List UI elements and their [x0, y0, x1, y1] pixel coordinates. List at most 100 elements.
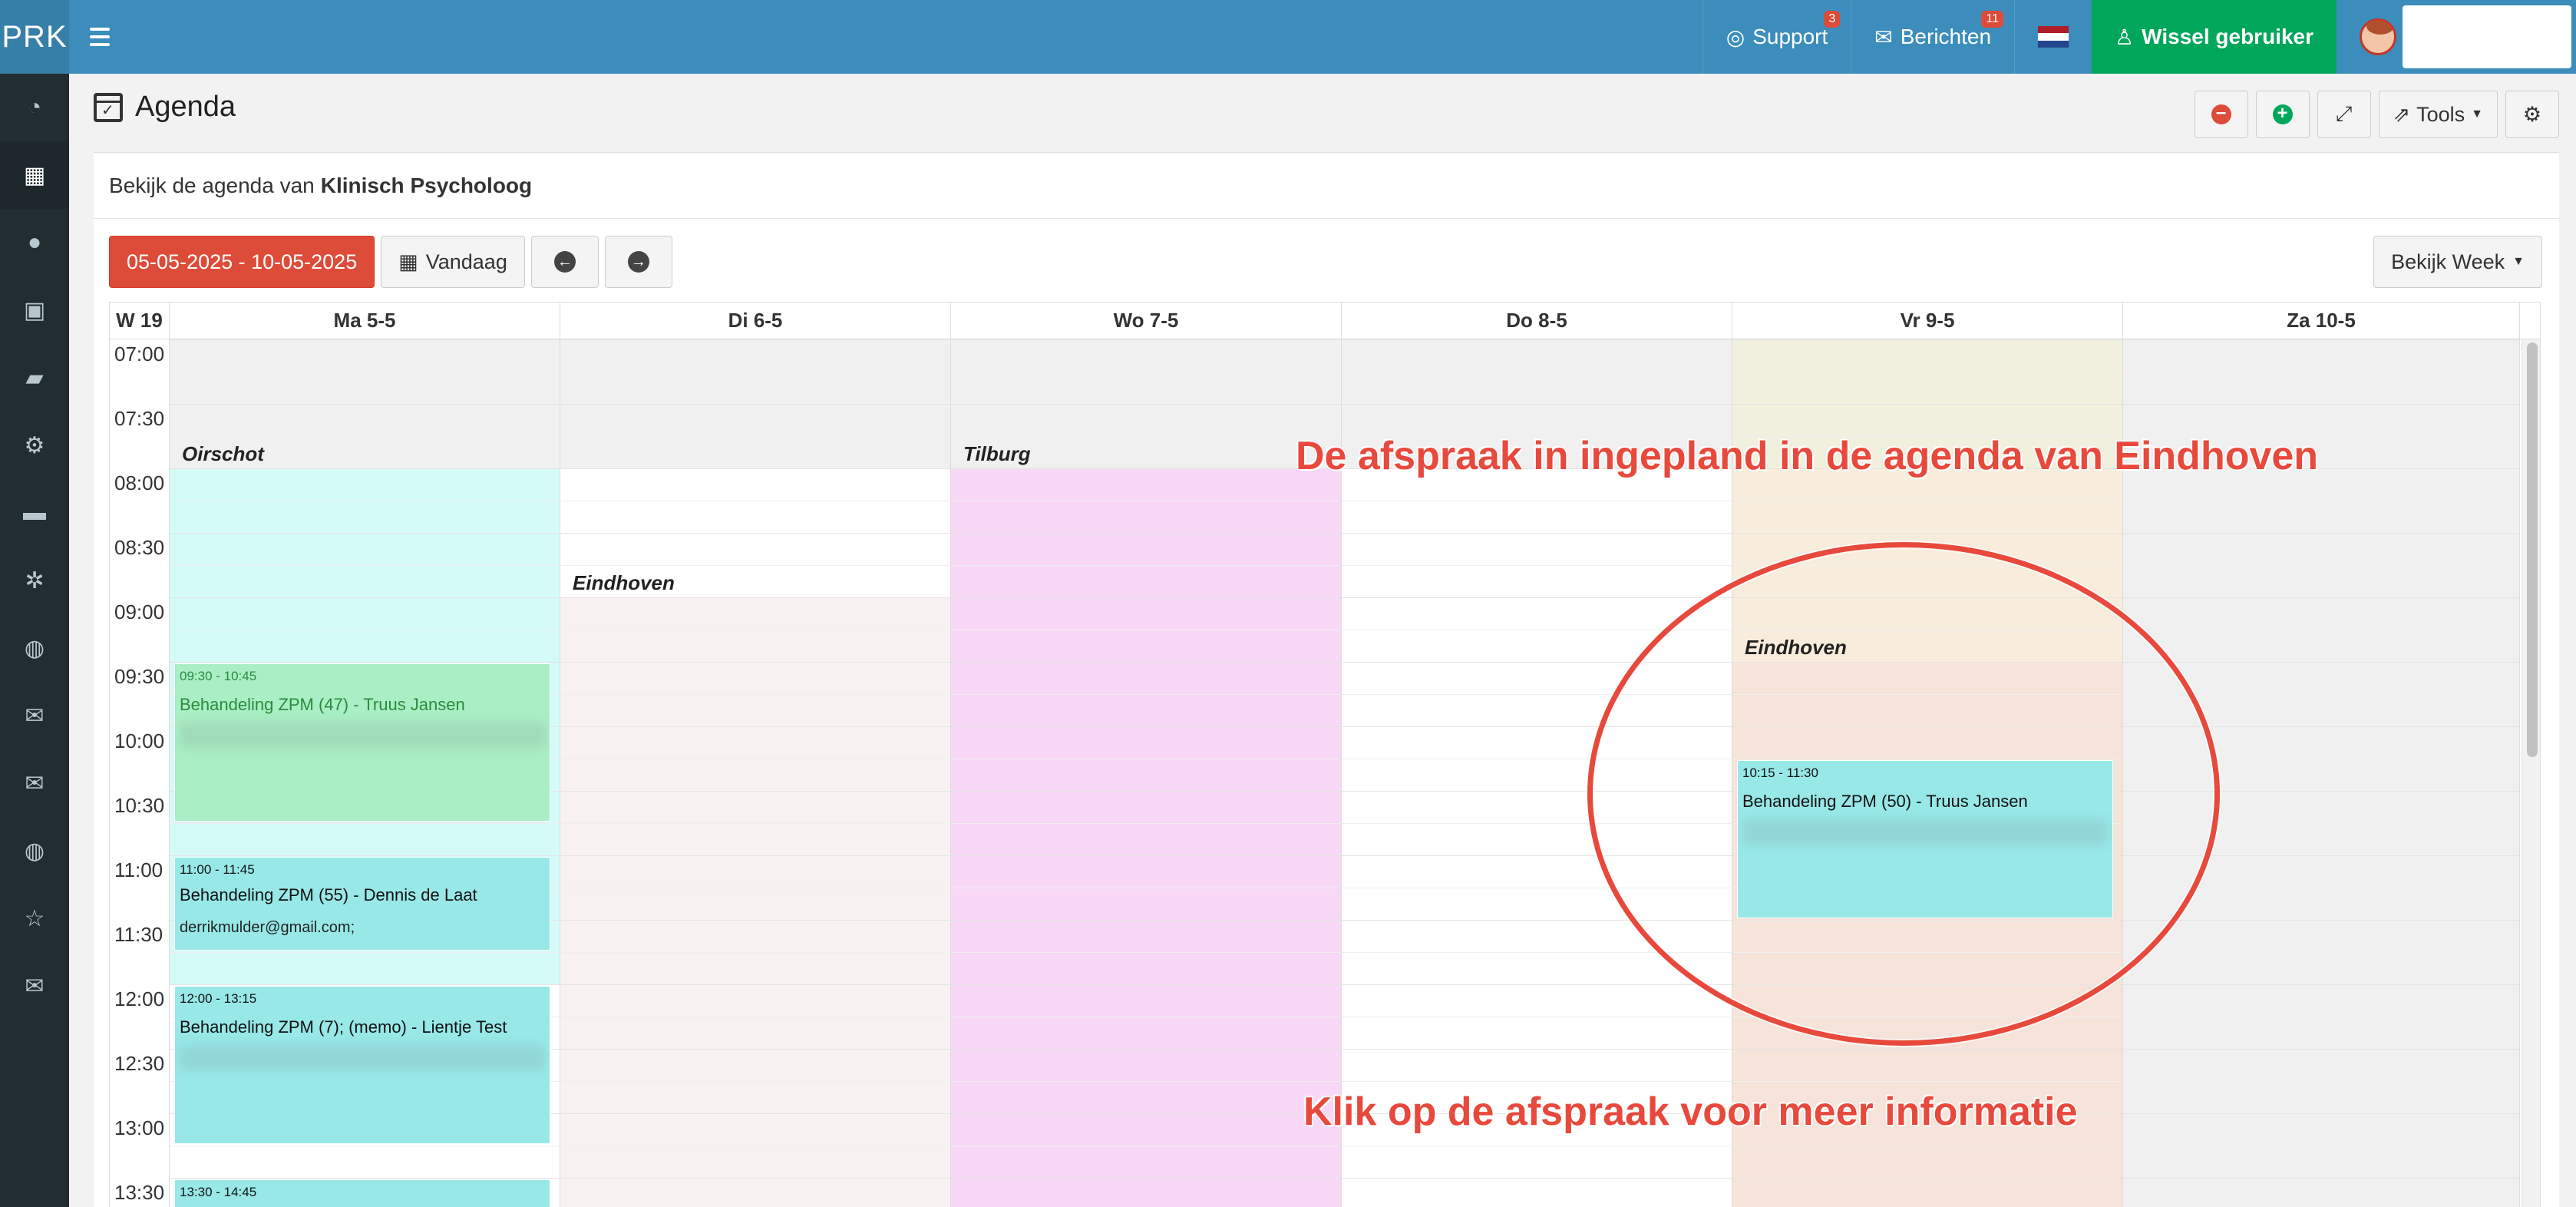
user-secret-icon: ♙ — [2115, 25, 2135, 49]
top-navbar: PRK ◎ Support 3 ✉ Berichten 11 ♙ Wissel … — [0, 0, 2576, 74]
support-label: Support — [1752, 25, 1828, 48]
time-label: 10:00 — [114, 729, 165, 752]
username-box — [2403, 5, 2571, 68]
language-selector[interactable] — [2014, 0, 2092, 74]
calendar-header-row: W 19 Ma 5-5 Di 6-5 Wo 7-5 Do 8-5 Vr 9-5 … — [110, 303, 2540, 339]
sidebar-item-truck[interactable]: ▬ — [0, 479, 69, 547]
event-title: Behandeling ZPM (47) - Truus Jansen — [180, 695, 465, 714]
time-label: 11:30 — [114, 923, 163, 946]
messages-badge: 11 — [1981, 11, 2004, 28]
expand-icon: ⤢ — [2335, 102, 2353, 125]
sidebar-item-star[interactable]: ☆ — [0, 885, 69, 952]
sidebar-item-book[interactable]: ▰ — [0, 344, 69, 412]
calendar-icon: ▦ — [23, 162, 46, 188]
view-week-dropdown[interactable]: Bekijk Week ▼ — [2373, 236, 2542, 288]
external-link-icon: ⇗ — [2393, 102, 2411, 126]
arrow-right-icon: → — [627, 251, 649, 273]
day-header-tue[interactable]: Di 6-5 — [560, 303, 951, 339]
page-title: Agenda — [135, 91, 236, 123]
sidebar-item-globe[interactable]: ◍ — [0, 614, 69, 682]
envelope-icon: ✉ — [25, 703, 45, 729]
mail-icon: ✉ — [25, 973, 45, 999]
annotation-bottom: Klik op de afspraak voor meer informatie — [1303, 1089, 2079, 1135]
caret-down-icon: ▼ — [2512, 255, 2525, 268]
calendar-check-icon — [94, 92, 123, 122]
switch-user-button[interactable]: ♙ Wissel gebruiker — [2092, 0, 2337, 74]
minus-circle-icon: – — [2211, 104, 2231, 124]
next-week-button[interactable]: → — [604, 236, 672, 288]
calendar-check-icon: ▦ — [398, 250, 418, 273]
agenda-owner-line: Bekijk de agenda van Klinisch Psycholoog — [94, 153, 2559, 219]
sidebar-toggle-button[interactable] — [69, 0, 130, 74]
day-header-thu[interactable]: Do 8-5 — [1342, 303, 1732, 339]
appointment-event[interactable]: 11:00 - 11:45 Behandeling ZPM (55) - Den… — [174, 857, 550, 951]
appointment-event[interactable]: 09:30 - 10:45 Behandeling ZPM (47) - Tru… — [174, 663, 550, 822]
add-button[interactable]: + — [2255, 91, 2310, 138]
dutch-flag-icon — [2038, 26, 2069, 48]
dashboard-icon: ◔ — [27, 94, 42, 120]
today-button[interactable]: ▦ Vandaag — [381, 236, 525, 288]
sidebar-item-gear[interactable]: ✲ — [0, 547, 69, 614]
sidebar-item-user[interactable]: ● — [0, 209, 69, 276]
previous-week-button[interactable]: ← — [530, 236, 599, 288]
fullscreen-button[interactable]: ⤢ — [2317, 91, 2371, 138]
sidebar-item-envelope[interactable]: ✉ — [0, 682, 69, 749]
globe-icon: ◍ — [24, 635, 45, 661]
brand-logo[interactable]: PRK — [0, 0, 69, 74]
calendar-toolbar: 05-05-2025 - 10-05-2025 ▦ Vandaag ← → — [109, 236, 672, 288]
day-header-wed[interactable]: Wo 7-5 — [951, 303, 1342, 339]
agenda-box: Bekijk de agenda van Klinisch Psycholoog… — [94, 152, 2559, 1207]
envelope-open-icon: ✉ — [25, 770, 45, 796]
sidebar-item-cogs[interactable]: ⚙ — [0, 412, 69, 479]
gear-icon: ✲ — [25, 567, 45, 594]
arrow-left-icon: ← — [553, 251, 576, 273]
event-time: 13:30 - 14:45 — [180, 1185, 257, 1199]
sidebar-item-calendar[interactable]: ▦ — [0, 141, 69, 209]
time-label: 10:30 — [114, 794, 165, 817]
star-icon: ☆ — [24, 905, 45, 931]
event-time: 12:00 - 13:15 — [180, 991, 257, 1006]
truck-icon: ▬ — [23, 500, 46, 525]
time-column: 07:00 07:30 08:00 08:30 09:00 09:30 10:00 10:30… — [110, 339, 170, 1207]
location-label-eindhoven-tue: Eindhoven — [573, 571, 675, 594]
time-label: 08:00 — [114, 471, 165, 494]
appointment-event[interactable]: 13:30 - 14:45 — [174, 1179, 550, 1207]
envelope-icon: ✉ — [1874, 25, 1893, 49]
sidebar: ◔ ▦ ● ▣ ▰ ⚙ ▬ ✲ ◍ ✉ ✉ ◍ ☆ ✉ — [0, 74, 69, 1207]
today-label: Vandaag — [425, 250, 507, 273]
tools-dropdown[interactable]: ⇗ Tools ▼ — [2378, 91, 2498, 138]
remove-button[interactable]: – — [2194, 91, 2248, 138]
event-title: Behandeling ZPM (55) - Dennis de Laat — [180, 885, 477, 904]
blurred-details — [180, 1045, 545, 1071]
avatar — [2360, 18, 2396, 55]
sidebar-item-dashboard[interactable]: ◔ — [0, 74, 69, 141]
location-label-oirschot: Oirschot — [182, 442, 264, 465]
user-menu[interactable] — [2337, 0, 2576, 74]
sidebar-item-mail[interactable]: ✉ — [0, 952, 69, 1020]
calendar-scrollbar[interactable] — [2522, 339, 2540, 1207]
support-menu[interactable]: ◎ Support 3 — [1702, 0, 1851, 74]
appointment-event[interactable]: 12:00 - 13:15 Behandeling ZPM (7); (memo… — [174, 986, 550, 1144]
sidebar-item-globe-2[interactable]: ◍ — [0, 817, 69, 885]
day-header-mon[interactable]: Ma 5-5 — [170, 303, 560, 339]
location-label-tilburg: Tilburg — [963, 442, 1031, 465]
day-header-sat[interactable]: Za 10-5 — [2123, 303, 2520, 339]
agenda-owner: Klinisch Psycholoog — [320, 173, 533, 197]
sidebar-item-envelope-open[interactable]: ✉ — [0, 749, 69, 817]
date-range-button[interactable]: 05-05-2025 - 10-05-2025 — [109, 236, 375, 288]
time-label: 12:30 — [114, 1052, 165, 1075]
blurred-details — [180, 723, 545, 749]
header-toolbar: – + ⤢ ⇗ Tools ▼ ⚙ — [2194, 91, 2559, 138]
event-time: 11:00 - 11:45 — [180, 862, 255, 877]
page-header: Agenda — [94, 91, 236, 124]
day-header-fri[interactable]: Vr 9-5 — [1732, 303, 2123, 339]
time-label: 07:30 — [114, 407, 165, 430]
messages-menu[interactable]: ✉ Berichten 11 — [1851, 0, 2014, 74]
settings-button[interactable]: ⚙ — [2505, 91, 2559, 138]
messages-label: Berichten — [1900, 25, 1992, 48]
sidebar-item-medkit[interactable]: ▣ — [0, 276, 69, 344]
scrollbar-thumb[interactable] — [2527, 342, 2538, 757]
time-label: 13:00 — [114, 1116, 165, 1139]
annotation-top: De afspraak in ingepland in de agenda va… — [1295, 433, 2319, 479]
event-time: 09:30 - 10:45 — [180, 669, 257, 683]
